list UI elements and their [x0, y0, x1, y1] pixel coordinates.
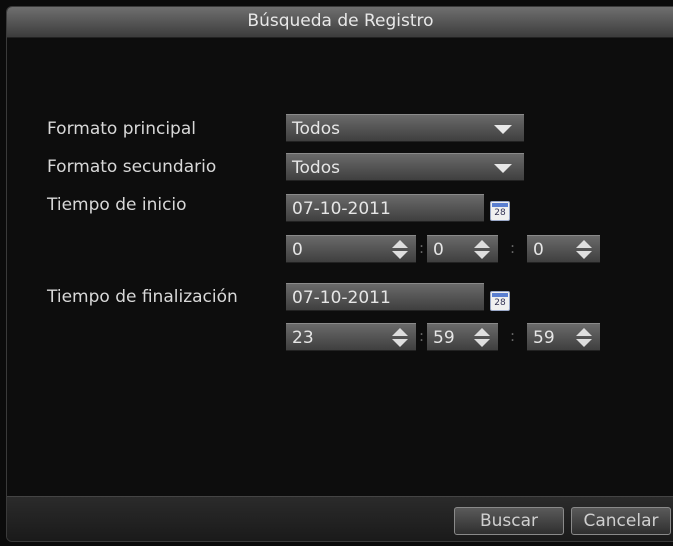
time-separator: : [510, 239, 516, 257]
secondary-format-label: Formato secundario [47, 157, 217, 177]
search-records-dialog: Búsqueda de Registro Formato principal T… [6, 6, 673, 542]
start-hour-spinner[interactable]: 0 [286, 235, 416, 263]
end-date-field[interactable]: 07-10-2011 [286, 283, 484, 311]
chevron-down-icon[interactable] [494, 164, 512, 173]
spinner-icon[interactable] [390, 328, 410, 348]
cancel-button[interactable]: Cancelar [571, 507, 671, 535]
search-button[interactable]: Buscar [454, 507, 564, 535]
main-format-label: Formato principal [47, 119, 196, 139]
main-format-select[interactable]: Todos [286, 114, 524, 142]
spinner-icon[interactable] [390, 240, 410, 260]
start-date-value: 07-10-2011 [292, 199, 391, 219]
spinner-icon[interactable] [574, 240, 594, 260]
end-hour-spinner[interactable]: 23 [286, 323, 416, 351]
time-separator: : [419, 239, 425, 257]
secondary-format-value: Todos [292, 158, 340, 178]
secondary-format-select[interactable]: Todos [286, 153, 524, 181]
time-separator: : [510, 327, 516, 345]
end-time-label: Tiempo de finalización [47, 287, 238, 307]
end-minute-value: 59 [433, 328, 455, 348]
calendar-icon[interactable]: 28 [490, 291, 510, 311]
start-hour-value: 0 [292, 240, 303, 260]
dialog-title: Búsqueda de Registro [7, 7, 673, 38]
start-minute-value: 0 [433, 240, 444, 260]
spinner-icon[interactable] [472, 240, 492, 260]
spinner-icon[interactable] [574, 328, 594, 348]
spinner-icon[interactable] [472, 328, 492, 348]
end-date-value: 07-10-2011 [292, 288, 391, 308]
start-second-value: 0 [533, 240, 544, 260]
start-date-field[interactable]: 07-10-2011 [286, 194, 484, 222]
start-minute-spinner[interactable]: 0 [427, 235, 498, 263]
start-second-spinner[interactable]: 0 [527, 235, 600, 263]
chevron-down-icon[interactable] [494, 125, 512, 134]
dialog-footer: Buscar Cancelar [7, 496, 673, 541]
main-format-value: Todos [292, 119, 340, 139]
end-minute-spinner[interactable]: 59 [427, 323, 498, 351]
end-hour-value: 23 [292, 328, 314, 348]
time-separator: : [419, 327, 425, 345]
end-second-spinner[interactable]: 59 [527, 323, 600, 351]
end-second-value: 59 [533, 328, 555, 348]
start-time-label: Tiempo de inicio [47, 195, 187, 215]
calendar-icon[interactable]: 28 [490, 201, 510, 221]
